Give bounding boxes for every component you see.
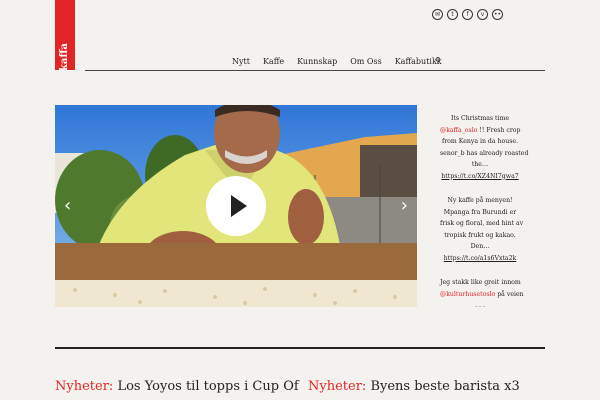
tweet-text: Its Christmas time <box>450 115 510 122</box>
post-title[interactable]: Nyheter: Los Yoyos til topps i Cup Of <box>55 379 299 394</box>
twitter-icon[interactable]: t <box>447 9 458 20</box>
hero-slider[interactable]: ‹ › <box>55 105 417 307</box>
tweet-text: Den… <box>470 243 490 250</box>
post-category: Nyheter: <box>308 379 367 394</box>
tweet-mention[interactable]: @kaffa_oslo !! Fresh crop <box>440 125 520 137</box>
play-button[interactable] <box>206 176 266 236</box>
tweet-text: the… <box>471 161 489 168</box>
logo-text: kaffa <box>59 42 70 72</box>
nav-item-nytt[interactable]: Nytt <box>232 57 250 66</box>
mail-icon[interactable]: ✉ <box>432 9 443 20</box>
nav-divider <box>85 70 545 71</box>
tweet: Its Christmas time @kaffa_oslo !! Fresh … <box>440 113 529 183</box>
tweet-text: Ny kaffe på menyen! <box>447 197 513 204</box>
twitter-feed: Its Christmas time @kaffa_oslo !! Fresh … <box>440 113 529 325</box>
tweet-link[interactable]: https://t.co/a1s6Vxta2k <box>440 253 520 265</box>
search-icon[interactable]: ⚲ <box>435 56 441 65</box>
social-links: ✉ t f v •• <box>432 9 503 20</box>
tweet-text: senor_b has already roasted <box>440 149 529 157</box>
tweet: Ny kaffe på menyen! Mpanga fra Burundi e… <box>440 195 524 265</box>
tweet-text: frisk og floral, med hint av <box>440 220 524 227</box>
post-title-text: Los Yoyos til topps i Cup Of <box>117 379 299 394</box>
tweet-text: from Kenya in da house. <box>441 138 519 145</box>
post-title-text: Byens beste barista x3 <box>370 379 520 394</box>
nav-item-kaffe[interactable]: Kaffe <box>263 57 284 66</box>
facebook-icon[interactable]: f <box>462 9 473 20</box>
kaffa-logo[interactable]: kaffa <box>55 0 75 72</box>
post-title[interactable]: Nyheter: Byens beste barista x3 <box>308 379 520 394</box>
slider-prev-icon[interactable]: ‹ <box>64 197 71 215</box>
tweet: Jeg stakk like greit innom @kulturhuseto… <box>440 277 524 312</box>
tweet-ellipsis: . . . <box>475 302 485 309</box>
tweet-mention[interactable]: @kulturhusetoslo <box>440 291 495 298</box>
tweet-text: tropisk frukt og kakao. <box>444 231 516 239</box>
tweet-handle[interactable]: @kaffa_oslo <box>440 127 477 134</box>
tweet-text: Jeg stakk like greit innom <box>440 279 521 286</box>
tweet-text-mention: @kulturhusetoslo på veien <box>440 290 524 298</box>
main-nav: Nytt Kaffe Kunnskap Om Oss Kaffabutikk ⚲ <box>232 56 455 66</box>
nav-item-kunnskap[interactable]: Kunnskap <box>297 57 337 66</box>
nav-item-om-oss[interactable]: Om Oss <box>350 57 381 66</box>
flickr-icon[interactable]: •• <box>492 9 503 20</box>
tweet-link[interactable]: https://t.co/XZ4NI7gwa7 <box>440 171 520 183</box>
section-divider <box>55 347 545 349</box>
tweet-text: Mpanga fra Burundi er <box>443 208 517 216</box>
post-category: Nyheter: <box>55 379 114 394</box>
slider-next-icon[interactable]: › <box>401 197 408 215</box>
vimeo-icon[interactable]: v <box>477 9 488 20</box>
